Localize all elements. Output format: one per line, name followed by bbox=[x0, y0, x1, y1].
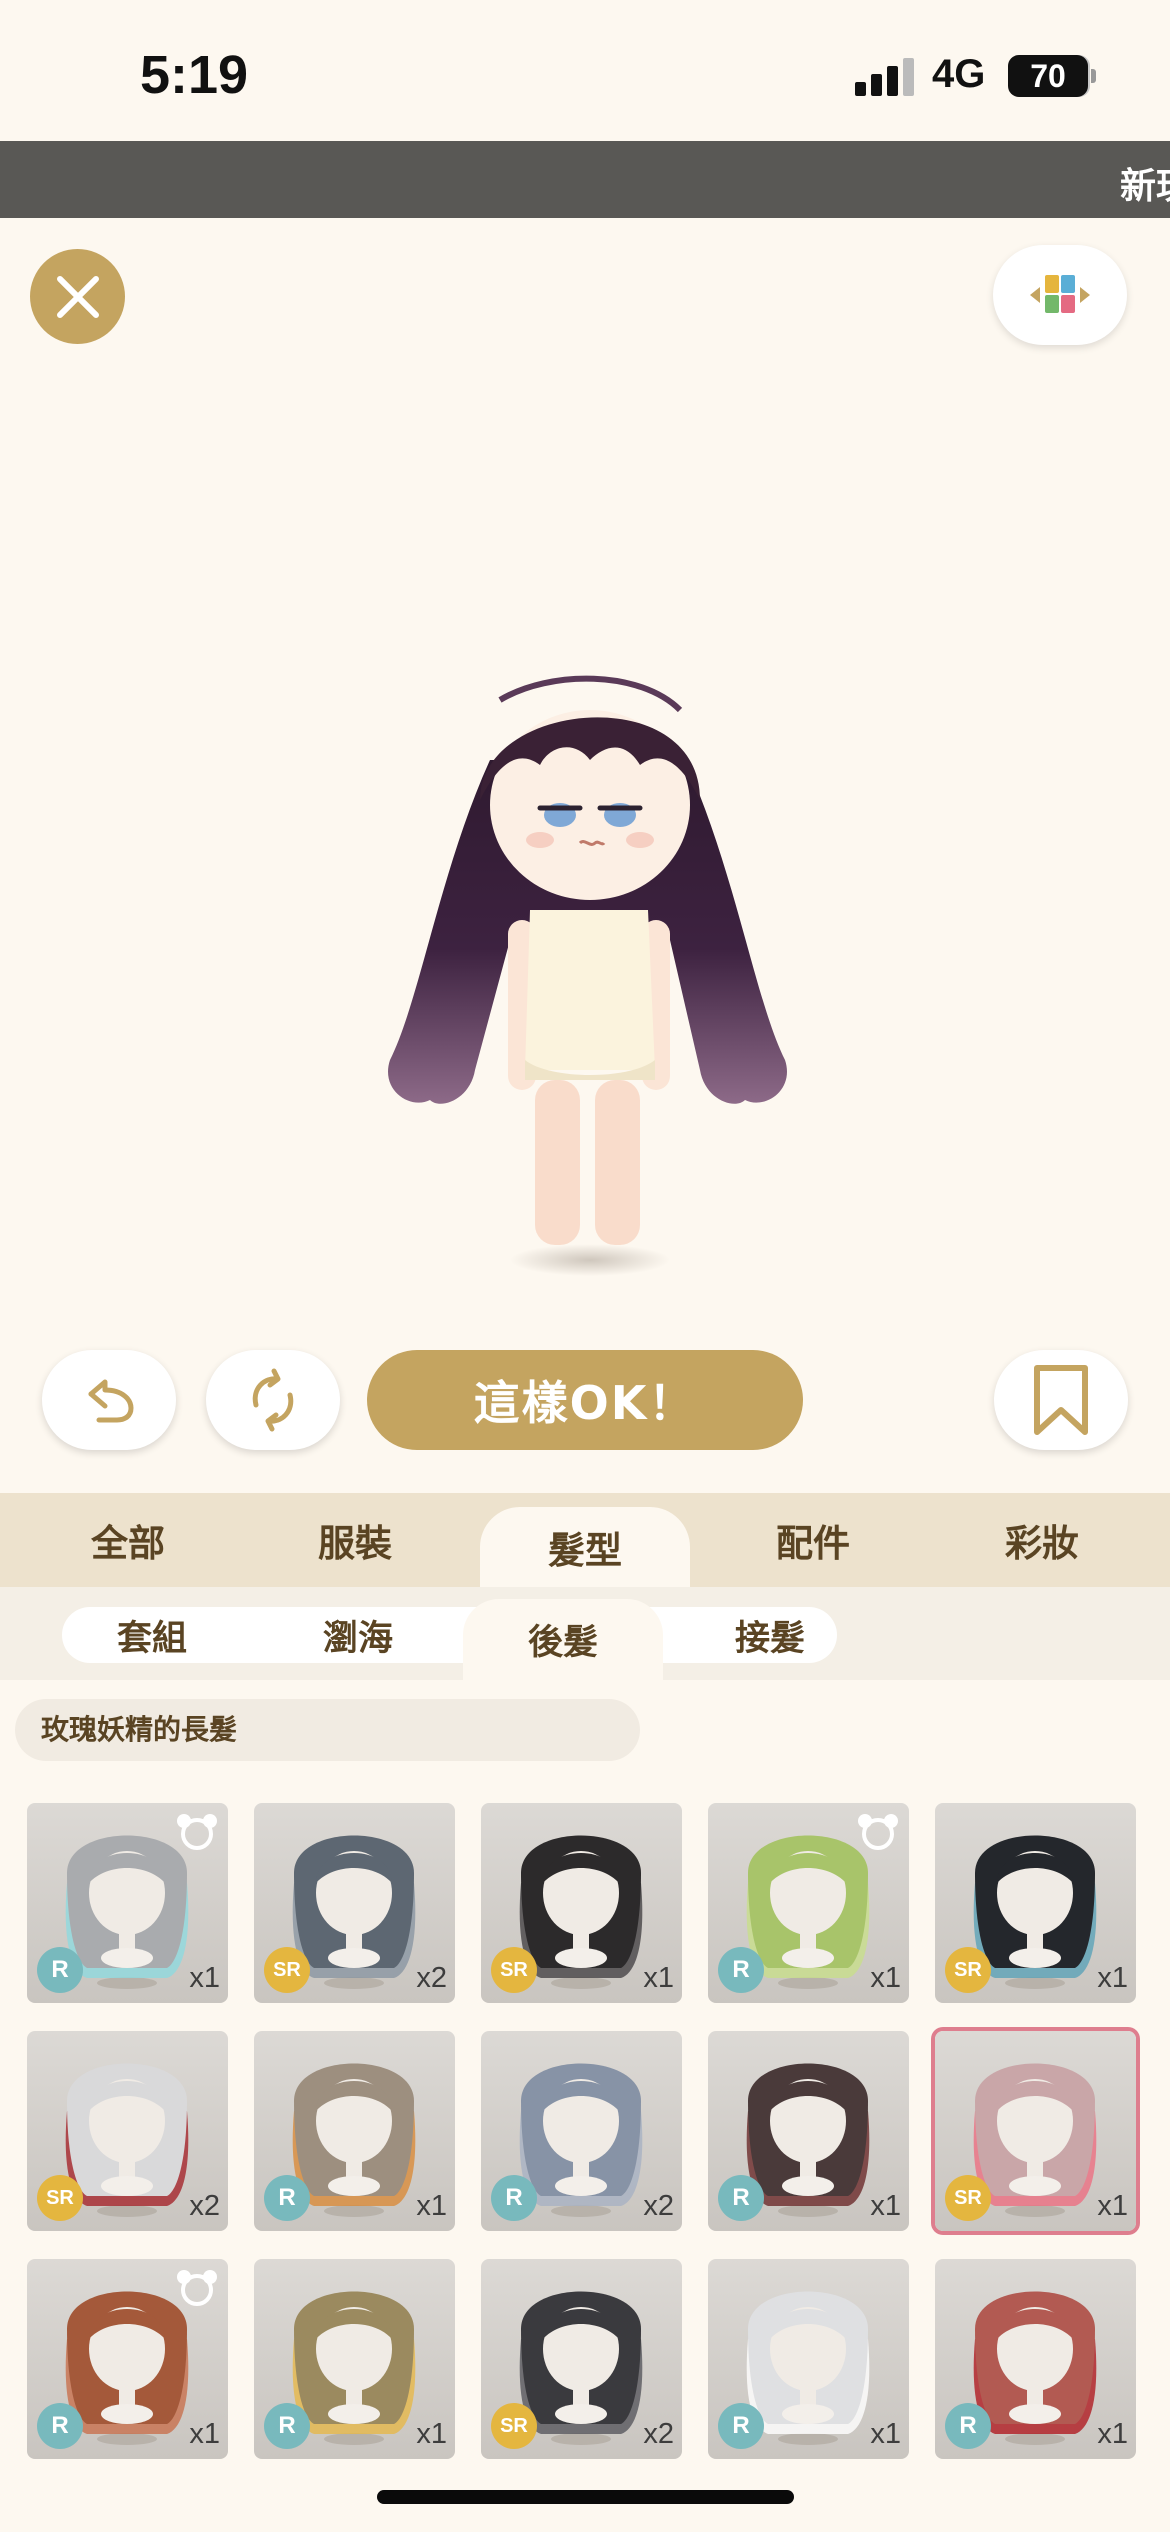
hair-item-card[interactable]: SR x1 bbox=[935, 2031, 1136, 2231]
hair-item-card[interactable]: Rx1 bbox=[708, 2031, 909, 2231]
subtab-back-hair[interactable]: 後髮 bbox=[463, 1599, 663, 1680]
announcement-ticker[interactable]: 新玩 bbox=[0, 141, 1170, 218]
item-count: x1 bbox=[1097, 2418, 1128, 2450]
item-count: x1 bbox=[416, 2190, 447, 2222]
tab-makeup[interactable]: 彩妝 bbox=[942, 1493, 1142, 1587]
category-tabs: 全部 服裝 髮型 配件 彩妝 bbox=[0, 1493, 1170, 1587]
item-count: x1 bbox=[1097, 1962, 1128, 1994]
bear-badge-icon bbox=[177, 2270, 217, 2306]
hair-item-card[interactable]: Rx2 bbox=[481, 2031, 682, 2231]
sub-tabs: 套組 瀏海 後髮 接髮 bbox=[0, 1587, 1170, 1680]
rarity-badge: R bbox=[37, 2403, 83, 2449]
layout-grid-icon bbox=[1030, 275, 1090, 313]
hair-item-card[interactable]: Rx1 bbox=[708, 2259, 909, 2459]
rarity-badge: SR bbox=[491, 2403, 537, 2449]
item-count: x1 bbox=[189, 1962, 220, 1994]
rarity-badge: SR bbox=[491, 1947, 537, 1993]
hair-item-card[interactable]: SR x2 bbox=[27, 2031, 228, 2231]
hair-item-card[interactable]: Rx1 bbox=[708, 1803, 909, 2003]
subtab-set[interactable]: 套組 bbox=[52, 1607, 252, 1663]
undo-button[interactable] bbox=[42, 1350, 176, 1450]
network-label: 4G bbox=[932, 52, 986, 96]
hair-item-card[interactable]: Rx1 bbox=[27, 2259, 228, 2459]
hair-item-card[interactable]: Rx1 bbox=[935, 2259, 1136, 2459]
signal-icon bbox=[855, 56, 915, 96]
subtab-bangs[interactable]: 瀏海 bbox=[258, 1607, 458, 1663]
item-count: x1 bbox=[643, 1962, 674, 1994]
rarity-badge: SR bbox=[945, 1947, 991, 1993]
item-count: x2 bbox=[416, 1962, 447, 1994]
tab-hairstyle[interactable]: 髮型 bbox=[480, 1507, 690, 1587]
item-count: x1 bbox=[870, 2418, 901, 2450]
close-button[interactable] bbox=[30, 249, 125, 344]
avatar-preview bbox=[388, 675, 787, 1276]
item-count: x2 bbox=[643, 2190, 674, 2222]
status-bar: 5:19 4G 70 bbox=[0, 0, 1170, 140]
status-time: 5:19 bbox=[140, 45, 249, 105]
tab-all[interactable]: 全部 bbox=[28, 1493, 228, 1587]
refresh-button[interactable] bbox=[206, 1350, 340, 1450]
bear-badge-icon bbox=[177, 1814, 217, 1850]
bear-badge-icon bbox=[858, 1814, 898, 1850]
battery-icon: 70 bbox=[1008, 55, 1096, 97]
rarity-badge: R bbox=[264, 2175, 310, 2221]
rarity-badge: SR bbox=[945, 2175, 991, 2221]
item-count: x1 bbox=[189, 2418, 220, 2450]
close-icon bbox=[56, 275, 99, 318]
item-count: x1 bbox=[416, 2418, 447, 2450]
item-count: x1 bbox=[1097, 2190, 1128, 2222]
confirm-ok-button[interactable]: 這樣OK！ bbox=[367, 1350, 803, 1450]
hair-item-card[interactable]: Rx1 bbox=[254, 2259, 455, 2459]
tab-clothing[interactable]: 服裝 bbox=[255, 1493, 455, 1587]
home-indicator bbox=[377, 2490, 794, 2504]
selected-item-name: 玫瑰妖精的長髮 bbox=[15, 1699, 640, 1761]
hair-item-card[interactable]: SR x1 bbox=[935, 1803, 1136, 2003]
refresh-icon bbox=[252, 1368, 294, 1432]
bookmark-button[interactable] bbox=[994, 1350, 1128, 1450]
hair-item-card[interactable]: SR x1 bbox=[481, 1803, 682, 2003]
tab-accessories[interactable]: 配件 bbox=[713, 1493, 913, 1587]
bookmark-icon bbox=[1034, 1365, 1088, 1435]
ticker-text: 新玩 bbox=[1120, 166, 1170, 207]
rarity-badge: R bbox=[718, 2403, 764, 2449]
rarity-badge: R bbox=[945, 2403, 991, 2449]
rarity-badge: R bbox=[491, 2175, 537, 2221]
hair-item-card[interactable]: SR x2 bbox=[481, 2259, 682, 2459]
item-count: x1 bbox=[870, 2190, 901, 2222]
rarity-badge: R bbox=[264, 2403, 310, 2449]
hair-item-card[interactable]: Rx1 bbox=[27, 1803, 228, 2003]
rarity-badge: SR bbox=[264, 1947, 310, 1993]
hair-item-card[interactable]: Rx1 bbox=[254, 2031, 455, 2231]
item-count: x1 bbox=[870, 1962, 901, 1994]
rarity-badge: R bbox=[37, 1947, 83, 1993]
layout-toggle-button[interactable] bbox=[993, 245, 1127, 345]
item-count: x2 bbox=[643, 2418, 674, 2450]
subtab-extensions[interactable]: 接髮 bbox=[670, 1607, 870, 1663]
rarity-badge: SR bbox=[37, 2175, 83, 2221]
rarity-badge: R bbox=[718, 2175, 764, 2221]
undo-icon bbox=[88, 1379, 134, 1423]
rarity-badge: R bbox=[718, 1947, 764, 1993]
item-count: x2 bbox=[189, 2190, 220, 2222]
hair-item-card[interactable]: SR x2 bbox=[254, 1803, 455, 2003]
